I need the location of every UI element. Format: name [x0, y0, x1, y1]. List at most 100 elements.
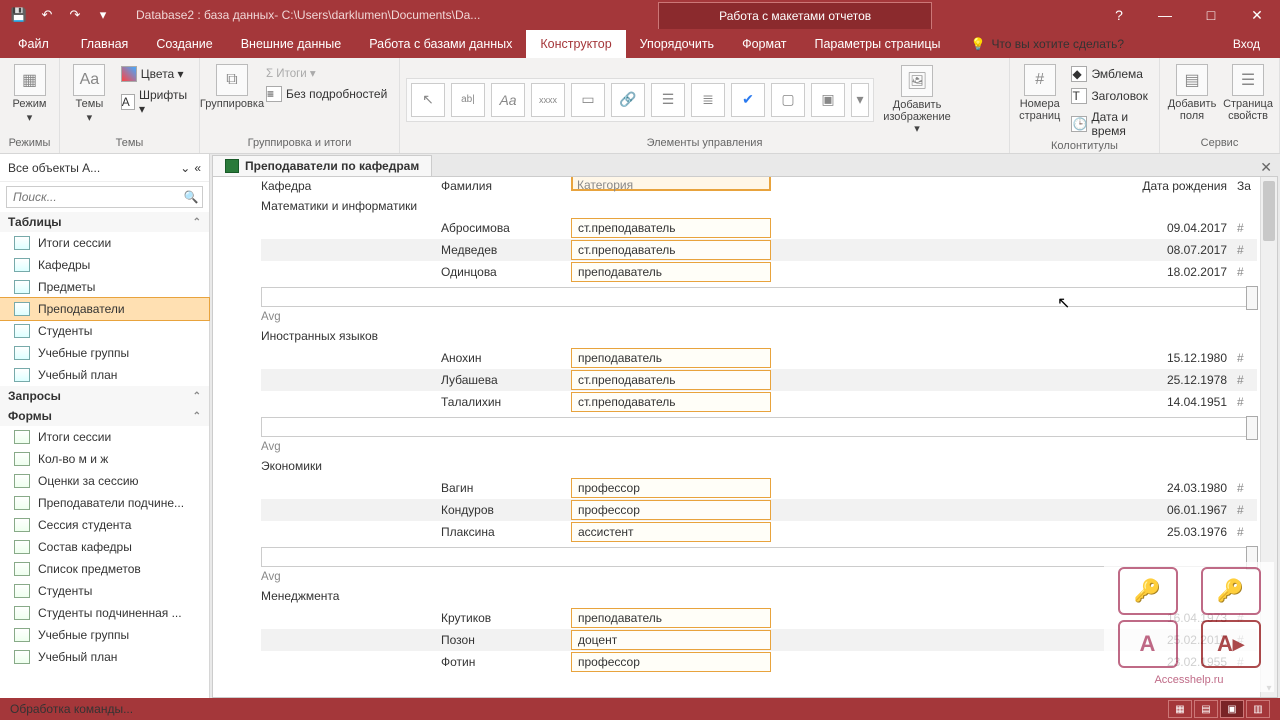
totals-button[interactable]: Σ Итоги ▾: [262, 64, 391, 82]
nav-form-item[interactable]: Преподаватели подчине...: [0, 492, 209, 514]
chevron-down-icon[interactable]: ⌄: [180, 161, 190, 175]
scroll-thumb[interactable]: [1263, 181, 1275, 241]
nav-table-item[interactable]: Итоги сессии: [0, 232, 209, 254]
nav-group-tables[interactable]: Таблицы⌃: [0, 212, 209, 232]
document-tab[interactable]: Преподаватели по кафедрам: [212, 155, 432, 176]
view-mode-button[interactable]: ▦Режим▾: [6, 62, 53, 126]
col-category[interactable]: Категория: [571, 176, 771, 191]
fonts-button[interactable]: AШрифты ▾: [117, 86, 193, 118]
title-button[interactable]: TЗаголовок: [1067, 86, 1153, 106]
view-print-button[interactable]: ▤: [1194, 700, 1218, 718]
data-row[interactable]: Талалихинст.преподаватель14.04.1951#: [261, 391, 1257, 413]
data-row[interactable]: Плаксинаассистент25.03.1976#: [261, 521, 1257, 543]
tell-me[interactable]: 💡Что вы хотите сделать?: [954, 30, 1124, 58]
cell-category[interactable]: ст.преподаватель: [571, 392, 771, 412]
view-report-button[interactable]: ▦: [1168, 700, 1192, 718]
nav-form-item[interactable]: Студенты: [0, 580, 209, 602]
cell-category[interactable]: ст.преподаватель: [571, 240, 771, 260]
nav-table-item[interactable]: Учебные группы: [0, 342, 209, 364]
combo-icon[interactable]: ☰: [651, 83, 685, 117]
tab-design[interactable]: Конструктор: [526, 30, 625, 58]
resize-handle[interactable]: [1246, 416, 1258, 440]
aggregate-box[interactable]: [261, 417, 1257, 437]
nav-title[interactable]: Все объекты A...⌄«: [0, 154, 209, 182]
textbox-icon[interactable]: ab|: [451, 83, 485, 117]
colors-button[interactable]: Цвета ▾: [117, 64, 193, 84]
nav-group-forms[interactable]: Формы⌃: [0, 406, 209, 426]
nav-form-item[interactable]: Кол-во м и ж: [0, 448, 209, 470]
pointer-icon[interactable]: ↖: [411, 83, 445, 117]
tab-file[interactable]: Файл: [0, 30, 67, 58]
gallery-more-icon[interactable]: ▾: [851, 83, 869, 117]
nav-table-item[interactable]: Студенты: [0, 320, 209, 342]
cell-category[interactable]: ст.преподаватель: [571, 370, 771, 390]
cell-category[interactable]: ст.преподаватель: [571, 218, 771, 238]
link-icon[interactable]: 🔗: [611, 83, 645, 117]
help-button[interactable]: ?: [1096, 0, 1142, 30]
label-icon[interactable]: Aa: [491, 83, 525, 117]
nav-form-item[interactable]: Список предметов: [0, 558, 209, 580]
view-design-button[interactable]: ▥: [1246, 700, 1270, 718]
logo-button[interactable]: ◆Эмблема: [1067, 64, 1153, 84]
cell-category[interactable]: преподаватель: [571, 608, 771, 628]
nav-form-item[interactable]: Оценки за сессию: [0, 470, 209, 492]
data-row[interactable]: Абросимоваст.преподаватель09.04.2017#: [261, 217, 1257, 239]
tab-arrange[interactable]: Упорядочить: [626, 30, 728, 58]
add-fields-button[interactable]: ▤Добавить поля: [1166, 62, 1218, 124]
nav-form-item[interactable]: Итоги сессии: [0, 426, 209, 448]
themes-button[interactable]: AaТемы▾: [66, 62, 113, 126]
controls-gallery[interactable]: ↖ ab| Aa xxxx ▭ 🔗 ☰ ≣ ✔ ▢ ▣ ▾: [406, 78, 874, 122]
cell-category[interactable]: профессор: [571, 500, 771, 520]
property-sheet-button[interactable]: ☰Страница свойств: [1222, 62, 1274, 124]
data-row[interactable]: Лубашеваст.преподаватель25.12.1978#: [261, 369, 1257, 391]
hide-details-button[interactable]: ≡Без подробностей: [262, 84, 391, 104]
page-numbers-button[interactable]: #Номера страниц: [1016, 62, 1063, 124]
collapse-icon[interactable]: «: [194, 161, 201, 175]
tab-page[interactable]: Параметры страницы: [800, 30, 954, 58]
save-icon[interactable]: 💾: [6, 2, 32, 28]
image-ctrl-icon[interactable]: ▣: [811, 83, 845, 117]
check-icon[interactable]: ✔: [731, 83, 765, 117]
tab-external[interactable]: Внешние данные: [227, 30, 356, 58]
close-button[interactable]: ✕: [1234, 0, 1280, 30]
nav-form-item[interactable]: Сессия студента: [0, 514, 209, 536]
data-row[interactable]: Вагинпрофессор24.03.1980#: [261, 477, 1257, 499]
nav-table-item[interactable]: Учебный план: [0, 364, 209, 386]
button-icon[interactable]: xxxx: [531, 83, 565, 117]
search-input[interactable]: [7, 190, 180, 204]
login-link[interactable]: Вход: [1213, 30, 1280, 58]
datetime-button[interactable]: 🕒Дата и время: [1067, 108, 1153, 140]
close-tab-button[interactable]: ✕: [1252, 159, 1280, 176]
list-icon[interactable]: ≣: [691, 83, 725, 117]
minimize-button[interactable]: —: [1142, 0, 1188, 30]
grouping-button[interactable]: ⧉Группировка: [206, 62, 258, 112]
tab-format[interactable]: Формат: [728, 30, 800, 58]
frame-icon[interactable]: ▢: [771, 83, 805, 117]
view-layout-button[interactable]: ▣: [1220, 700, 1244, 718]
cell-category[interactable]: профессор: [571, 652, 771, 672]
cell-category[interactable]: преподаватель: [571, 348, 771, 368]
nav-form-item[interactable]: Учебные группы: [0, 624, 209, 646]
aggregate-box[interactable]: [261, 287, 1257, 307]
nav-form-item[interactable]: Состав кафедры: [0, 536, 209, 558]
nav-form-item[interactable]: Студенты подчиненная ...: [0, 602, 209, 624]
undo-icon[interactable]: ↶: [34, 2, 60, 28]
nav-table-item[interactable]: Предметы: [0, 276, 209, 298]
tab-create[interactable]: Создание: [142, 30, 226, 58]
redo-icon[interactable]: ↷: [62, 2, 88, 28]
data-row[interactable]: Одинцовапреподаватель18.02.2017#: [261, 261, 1257, 283]
cell-category[interactable]: профессор: [571, 478, 771, 498]
search-icon[interactable]: 🔍: [180, 190, 202, 204]
nav-group-queries[interactable]: Запросы⌃: [0, 386, 209, 406]
nav-table-item[interactable]: Кафедры: [0, 254, 209, 276]
data-row[interactable]: Кондуровпрофессор06.01.1967#: [261, 499, 1257, 521]
maximize-button[interactable]: □: [1188, 0, 1234, 30]
nav-table-item[interactable]: Преподаватели: [0, 298, 209, 320]
cell-category[interactable]: ассистент: [571, 522, 771, 542]
tab-home[interactable]: Главная: [67, 30, 143, 58]
tab-dbtools[interactable]: Работа с базами данных: [355, 30, 526, 58]
data-row[interactable]: Анохинпреподаватель15.12.1980#: [261, 347, 1257, 369]
cell-category[interactable]: преподаватель: [571, 262, 771, 282]
resize-handle[interactable]: [1246, 286, 1258, 310]
cell-category[interactable]: доцент: [571, 630, 771, 650]
